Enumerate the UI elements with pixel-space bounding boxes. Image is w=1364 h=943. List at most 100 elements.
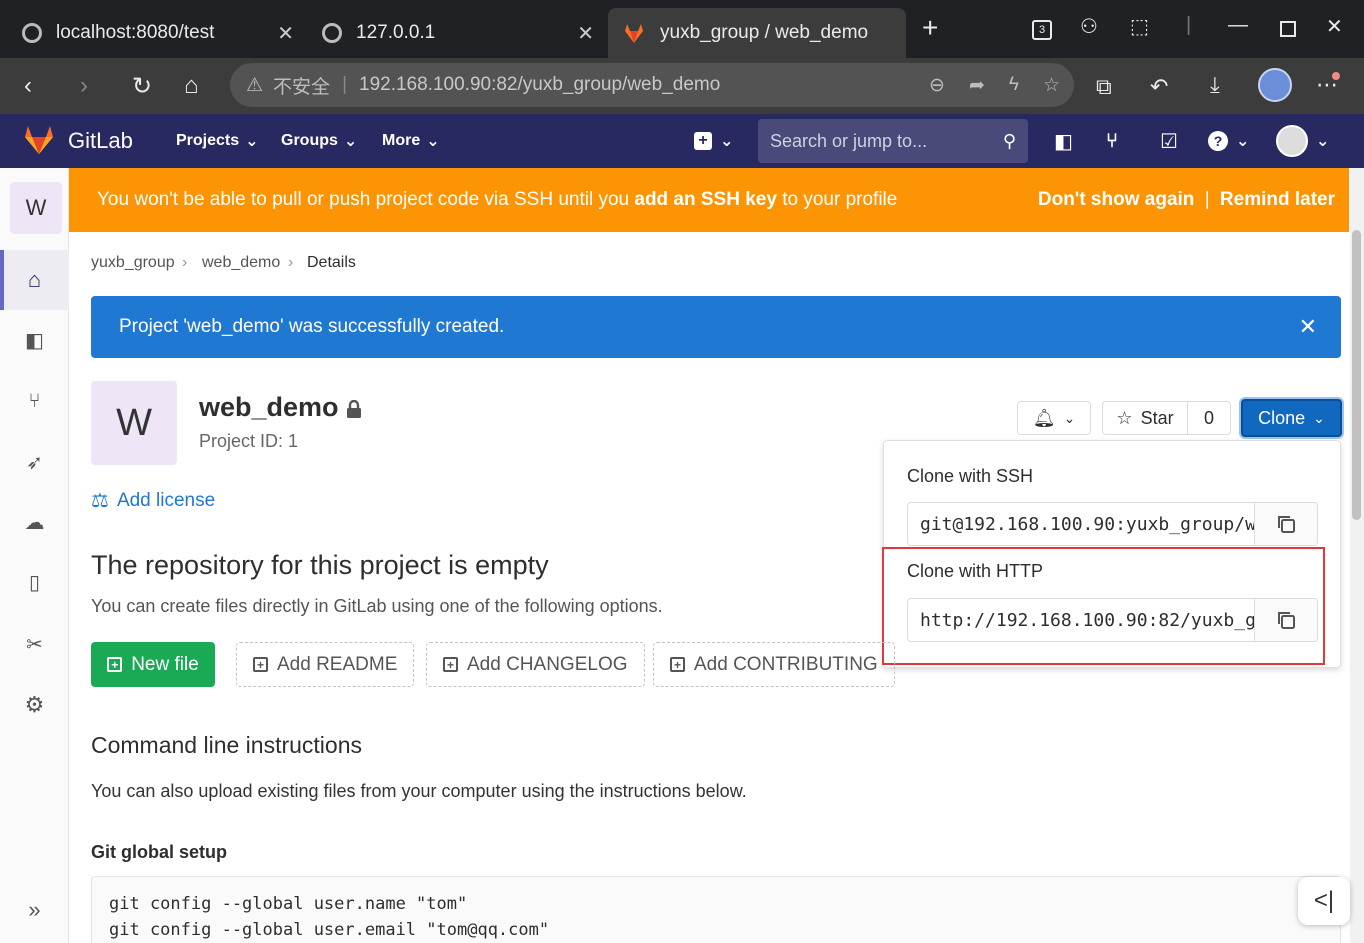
sidebar-issues-icon[interactable]: ◧ — [0, 312, 69, 368]
star-count[interactable]: 0 — [1187, 401, 1231, 435]
banner-divider: | — [1204, 189, 1210, 210]
favorite-star-icon[interactable]: ☆ — [1043, 74, 1060, 97]
sidebar-merge-requests-icon[interactable]: ⑂ — [0, 373, 69, 429]
profile-avatar[interactable] — [1258, 68, 1292, 102]
add-changelog-button[interactable]: + Add CHANGELOG — [426, 642, 645, 687]
chevron-down-icon: ⌄ — [343, 133, 358, 150]
reload-icon[interactable]: ↻ — [132, 72, 152, 101]
success-alert: Project 'web_demo' was successfully crea… — [91, 296, 1341, 358]
add-contributing-button[interactable]: + Add CONTRIBUTING — [653, 642, 895, 687]
close-tab-icon[interactable]: ✕ — [277, 21, 294, 46]
breadcrumb-project[interactable]: web_demo — [202, 254, 280, 272]
project-id: Project ID: 1 — [199, 431, 299, 451]
new-file-button[interactable]: + New file — [91, 642, 215, 687]
lightning-icon[interactable]: ϟ — [1009, 74, 1019, 96]
scrollbar-thumb[interactable] — [1352, 230, 1361, 520]
add-ssh-key-link[interactable]: add an SSH key — [634, 189, 777, 211]
browser-tab[interactable]: localhost:8080/test ✕ — [8, 8, 308, 58]
help-icon: ? — [1208, 131, 1228, 151]
empty-repo-subtext: You can create files directly in GitLab … — [91, 596, 663, 616]
add-license-link[interactable]: ⚖ Add license — [91, 488, 215, 513]
notifications-button[interactable]: 🔔︎ ⌄ — [1017, 401, 1091, 435]
share-icon[interactable]: ➦ — [969, 74, 985, 97]
minimize-icon[interactable]: — — [1228, 14, 1248, 37]
close-tab-icon[interactable]: ✕ — [577, 21, 594, 46]
cli-heading: Command line instructions — [91, 732, 363, 758]
user-avatar — [1276, 125, 1308, 157]
nav-groups[interactable]: Groups ⌄ — [281, 114, 357, 168]
code-line: git config --global user.name "tom" — [109, 894, 468, 914]
sidebar-project-avatar[interactable]: W — [10, 182, 62, 234]
clone-button[interactable]: Clone ⌄ — [1241, 399, 1342, 437]
sidebar-expand-icon[interactable]: » — [0, 882, 69, 938]
dont-show-again-link[interactable]: Don't show again — [1038, 189, 1195, 210]
new-tab-button[interactable]: + — [922, 12, 938, 44]
download-icon[interactable]: ⤓ — [1210, 72, 1220, 98]
clone-ssh-label: Clone with SSH — [907, 466, 1034, 486]
nav-projects[interactable]: Projects ⌄ — [176, 114, 259, 168]
sidebar-operations-icon[interactable]: ☁ — [0, 494, 69, 550]
sidebar-snippets-icon[interactable]: ✂ — [0, 616, 69, 672]
chevron-down-icon: ⌄ — [245, 133, 259, 150]
undo-icon[interactable]: ↶ — [1150, 74, 1168, 100]
notification-dot — [1332, 72, 1340, 80]
add-readme-button[interactable]: + Add README — [236, 642, 415, 687]
sidebar-rocket-icon[interactable]: ➶ — [0, 434, 69, 490]
ssh-key-banner: You won't be able to pull or push projec… — [69, 168, 1349, 232]
forward-icon[interactable]: › — [80, 72, 88, 100]
close-window-icon[interactable]: ✕ — [1326, 14, 1343, 39]
star-icon: ☆ — [1116, 407, 1133, 428]
breadcrumb-chevron-icon: › — [182, 254, 188, 271]
plus-square-icon: + — [694, 132, 712, 150]
browser-tab-active[interactable]: yuxb_group / web_demo — [608, 8, 906, 58]
banner-actions: Don't show again | Remind later — [1038, 189, 1335, 211]
close-icon[interactable]: ✕ — [1299, 314, 1317, 340]
todos-icon[interactable]: ☑ — [1160, 114, 1178, 168]
collections-icon[interactable]: ⚇ — [1080, 14, 1098, 39]
add-contributing-label: Add CONTRIBUTING — [694, 653, 878, 675]
new-item-button[interactable]: + ⌄ — [694, 114, 733, 168]
gitlab-favicon-icon — [625, 24, 643, 43]
browser-tab[interactable]: 127.0.0.1 ✕ — [308, 8, 608, 58]
home-icon[interactable]: ⌂ — [184, 72, 199, 100]
sidebar-settings-gear-icon[interactable]: ⚙ — [0, 677, 69, 733]
nav-groups-label: Groups — [281, 132, 338, 149]
maximize-icon[interactable] — [1280, 21, 1296, 37]
git-global-setup-heading: Git global setup — [91, 842, 228, 862]
tab-favicon-icon — [22, 23, 42, 43]
address-bar[interactable]: ⚠ 不安全 | 192.168.100.90:82/yuxb_group/web… — [230, 63, 1074, 107]
collapse-panel-button[interactable]: <| — [1298, 877, 1350, 925]
tab-title: yuxb_group / web_demo — [660, 22, 869, 43]
nav-more[interactable]: More ⌄ — [382, 114, 440, 168]
security-label: 不安全 — [273, 76, 331, 98]
copy-icon — [1278, 516, 1295, 533]
plus-square-icon: + — [443, 657, 458, 672]
user-menu[interactable]: ⌄ — [1276, 114, 1329, 168]
breadcrumb-group[interactable]: yuxb_group — [91, 254, 175, 272]
clone-ssh-input[interactable]: git@192.168.100.90:yuxb_group/web_demo.g… — [907, 502, 1255, 546]
add-license-label: Add license — [116, 489, 216, 511]
star-button[interactable]: ☆ Star — [1102, 401, 1188, 435]
star-label: Star — [1140, 407, 1174, 428]
merge-requests-icon[interactable]: ⑂ — [1106, 114, 1118, 168]
sidebar-project-home-icon[interactable]: ⌂ — [0, 252, 69, 308]
extensions-icon[interactable]: ⬚ — [1130, 14, 1149, 39]
new-file-label: New file — [131, 653, 199, 675]
tab-count-icon[interactable]: 3 — [1032, 20, 1052, 40]
search-icon: ⚲ — [1002, 130, 1016, 151]
chevron-down-icon: ⌄ — [1316, 133, 1330, 150]
sidebar-wiki-icon[interactable]: ▯ — [0, 554, 69, 610]
empty-repo-heading: The repository for this project is empty — [91, 550, 549, 580]
gitlab-logo-icon[interactable] — [22, 124, 56, 156]
copy-ssh-button[interactable] — [1254, 502, 1318, 546]
remind-later-link[interactable]: Remind later — [1220, 189, 1335, 210]
issues-icon[interactable]: ◧ — [1054, 114, 1073, 168]
back-icon[interactable]: ‹ — [24, 72, 32, 100]
project-title: web_demo — [199, 392, 339, 422]
zoom-icon[interactable]: ⊖ — [929, 74, 945, 97]
extension-icon[interactable]: ⧉ — [1096, 74, 1112, 100]
search-input[interactable]: Search or jump to... ⚲ — [758, 119, 1028, 163]
help-button[interactable]: ? ⌄ — [1208, 114, 1249, 168]
gitlab-brand[interactable]: GitLab — [68, 114, 133, 168]
url-separator: | — [342, 74, 347, 95]
